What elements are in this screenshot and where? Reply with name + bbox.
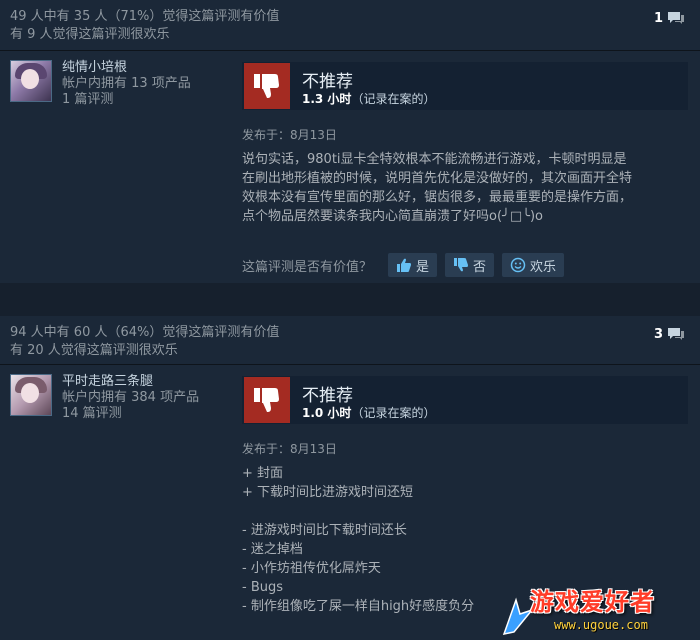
posted-date: 发布于：8月13日 bbox=[242, 128, 337, 142]
helpful-count-line: 49 人中有 35 人（71%）觉得这篇评测有价值 bbox=[10, 9, 280, 24]
author-reviews[interactable]: 1 篇评测 bbox=[62, 92, 191, 108]
vote-no-button[interactable]: 否 bbox=[445, 253, 495, 277]
vote-yes-button[interactable]: 是 bbox=[388, 253, 438, 277]
vote-yes-label: 是 bbox=[416, 259, 430, 275]
hours-on-record: 1.3 小时（记录在案的） bbox=[302, 90, 435, 107]
thumbs-down-icon bbox=[254, 74, 279, 98]
site-logo-icon bbox=[502, 597, 534, 635]
review-card-1: 49 人中有 35 人（71%）觉得这篇评测有价值 有 9 人觉得这篇评测很欢乐… bbox=[0, 0, 700, 283]
hours-value: 1.3 小时 bbox=[302, 92, 352, 106]
thumbs-down-icon bbox=[254, 388, 279, 412]
verdict-title: 不推荐 bbox=[302, 386, 353, 406]
hours-suffix: （记录在案的） bbox=[351, 92, 436, 106]
review-helpfulness: 94 人中有 60 人（64%）觉得这篇评测有价值 有 20 人觉得这篇评测很欢… bbox=[10, 324, 279, 360]
comment-bubble-icon bbox=[668, 12, 684, 24]
hours-value: 1.0 小时 bbox=[302, 406, 352, 420]
funny-count-line: 有 9 人觉得这篇评测很欢乐 bbox=[10, 27, 170, 42]
review-verdict[interactable]: 不推荐 1.3 小时（记录在案的） bbox=[242, 62, 688, 110]
author-products: 帐户内拥有 384 项产品 bbox=[62, 390, 200, 405]
author-name[interactable]: 纯情小培根 bbox=[62, 60, 191, 76]
comment-count-link[interactable]: 1 bbox=[654, 10, 686, 26]
review-body-line: - 迷之掉档 bbox=[242, 542, 303, 557]
hours-suffix: （记录在案的） bbox=[351, 406, 436, 420]
comment-count: 3 bbox=[653, 326, 663, 342]
verdict-thumb bbox=[244, 63, 290, 109]
vote-question: 这篇评测是否有价值？ bbox=[242, 259, 373, 275]
vote-controls: 这篇评测是否有价值？ 是 否 欢乐 bbox=[242, 252, 565, 278]
helpful-count-line: 94 人中有 60 人（64%）觉得这篇评测有价值 bbox=[10, 325, 280, 340]
header-divider bbox=[0, 364, 700, 365]
avatar[interactable] bbox=[10, 60, 52, 102]
thumbs-down-icon bbox=[454, 258, 469, 272]
review-body-blank bbox=[242, 502, 690, 521]
author-reviews[interactable]: 14 篇评测 bbox=[62, 406, 199, 422]
site-watermark: 游戏爱好者 www.ugoue.com bbox=[500, 578, 700, 640]
review-body: 说句实话，980ti显卡全特效根本不能流畅进行游戏，卡顿时明显是 在刷出地形植被… bbox=[242, 150, 690, 226]
avatar[interactable] bbox=[10, 374, 52, 416]
watermark-url: www.ugoue.com bbox=[554, 618, 648, 632]
review-body-line: 点个物品居然要读条我内心简直崩溃了好吗o(╯□╰)o bbox=[242, 209, 543, 224]
review-body-line: 效根本没有宣传里面的那么好，锯齿很多，最最重要的是操作方面， bbox=[242, 190, 633, 205]
posted-date: 发布于：8月13日 bbox=[242, 442, 337, 456]
review-author: 纯情小培根 帐户内拥有 13 项产品 1 篇评测 bbox=[62, 60, 191, 108]
vote-funny-button[interactable]: 欢乐 bbox=[502, 253, 565, 277]
header-divider bbox=[0, 50, 700, 51]
verdict-title: 不推荐 bbox=[302, 72, 353, 92]
hours-on-record: 1.0 小时（记录在案的） bbox=[302, 404, 435, 421]
review-verdict[interactable]: 不推荐 1.0 小时（记录在案的） bbox=[242, 376, 688, 424]
review-helpfulness: 49 人中有 35 人（71%）觉得这篇评测有价值 有 9 人觉得这篇评测很欢乐 bbox=[10, 8, 279, 44]
comment-bubble-icon bbox=[668, 328, 684, 340]
smiley-icon bbox=[510, 257, 526, 273]
review-author: 平时走路三条腿 帐户内拥有 384 项产品 14 篇评测 bbox=[62, 374, 199, 422]
thumbs-up-icon bbox=[397, 258, 412, 272]
watermark-text: 游戏爱好者 bbox=[530, 588, 655, 616]
review-body-line: 说句实话，980ti显卡全特效根本不能流畅进行游戏，卡顿时明显是 bbox=[242, 152, 627, 167]
comment-count-link[interactable]: 3 bbox=[654, 326, 686, 342]
author-products: 帐户内拥有 13 项产品 bbox=[62, 76, 191, 91]
review-body-line: - 小作坊祖传优化屌炸天 bbox=[242, 561, 381, 576]
funny-count-line: 有 20 人觉得这篇评测很欢乐 bbox=[10, 343, 178, 358]
verdict-thumb bbox=[244, 377, 290, 423]
vote-funny-label: 欢乐 bbox=[530, 259, 557, 275]
vote-no-label: 否 bbox=[473, 259, 487, 275]
comment-count: 1 bbox=[653, 10, 663, 26]
review-body-line: + 封面 bbox=[242, 466, 284, 481]
review-body-line: - 进游戏时间比下载时间还长 bbox=[242, 523, 407, 538]
review-body-line: + 下载时间比进游戏时间还短 bbox=[242, 485, 414, 500]
review-body-line: 在刷出地形植被的时候，说明首先优化是没做好的，其次画面开全特 bbox=[242, 171, 633, 186]
author-name[interactable]: 平时走路三条腿 bbox=[62, 374, 199, 390]
